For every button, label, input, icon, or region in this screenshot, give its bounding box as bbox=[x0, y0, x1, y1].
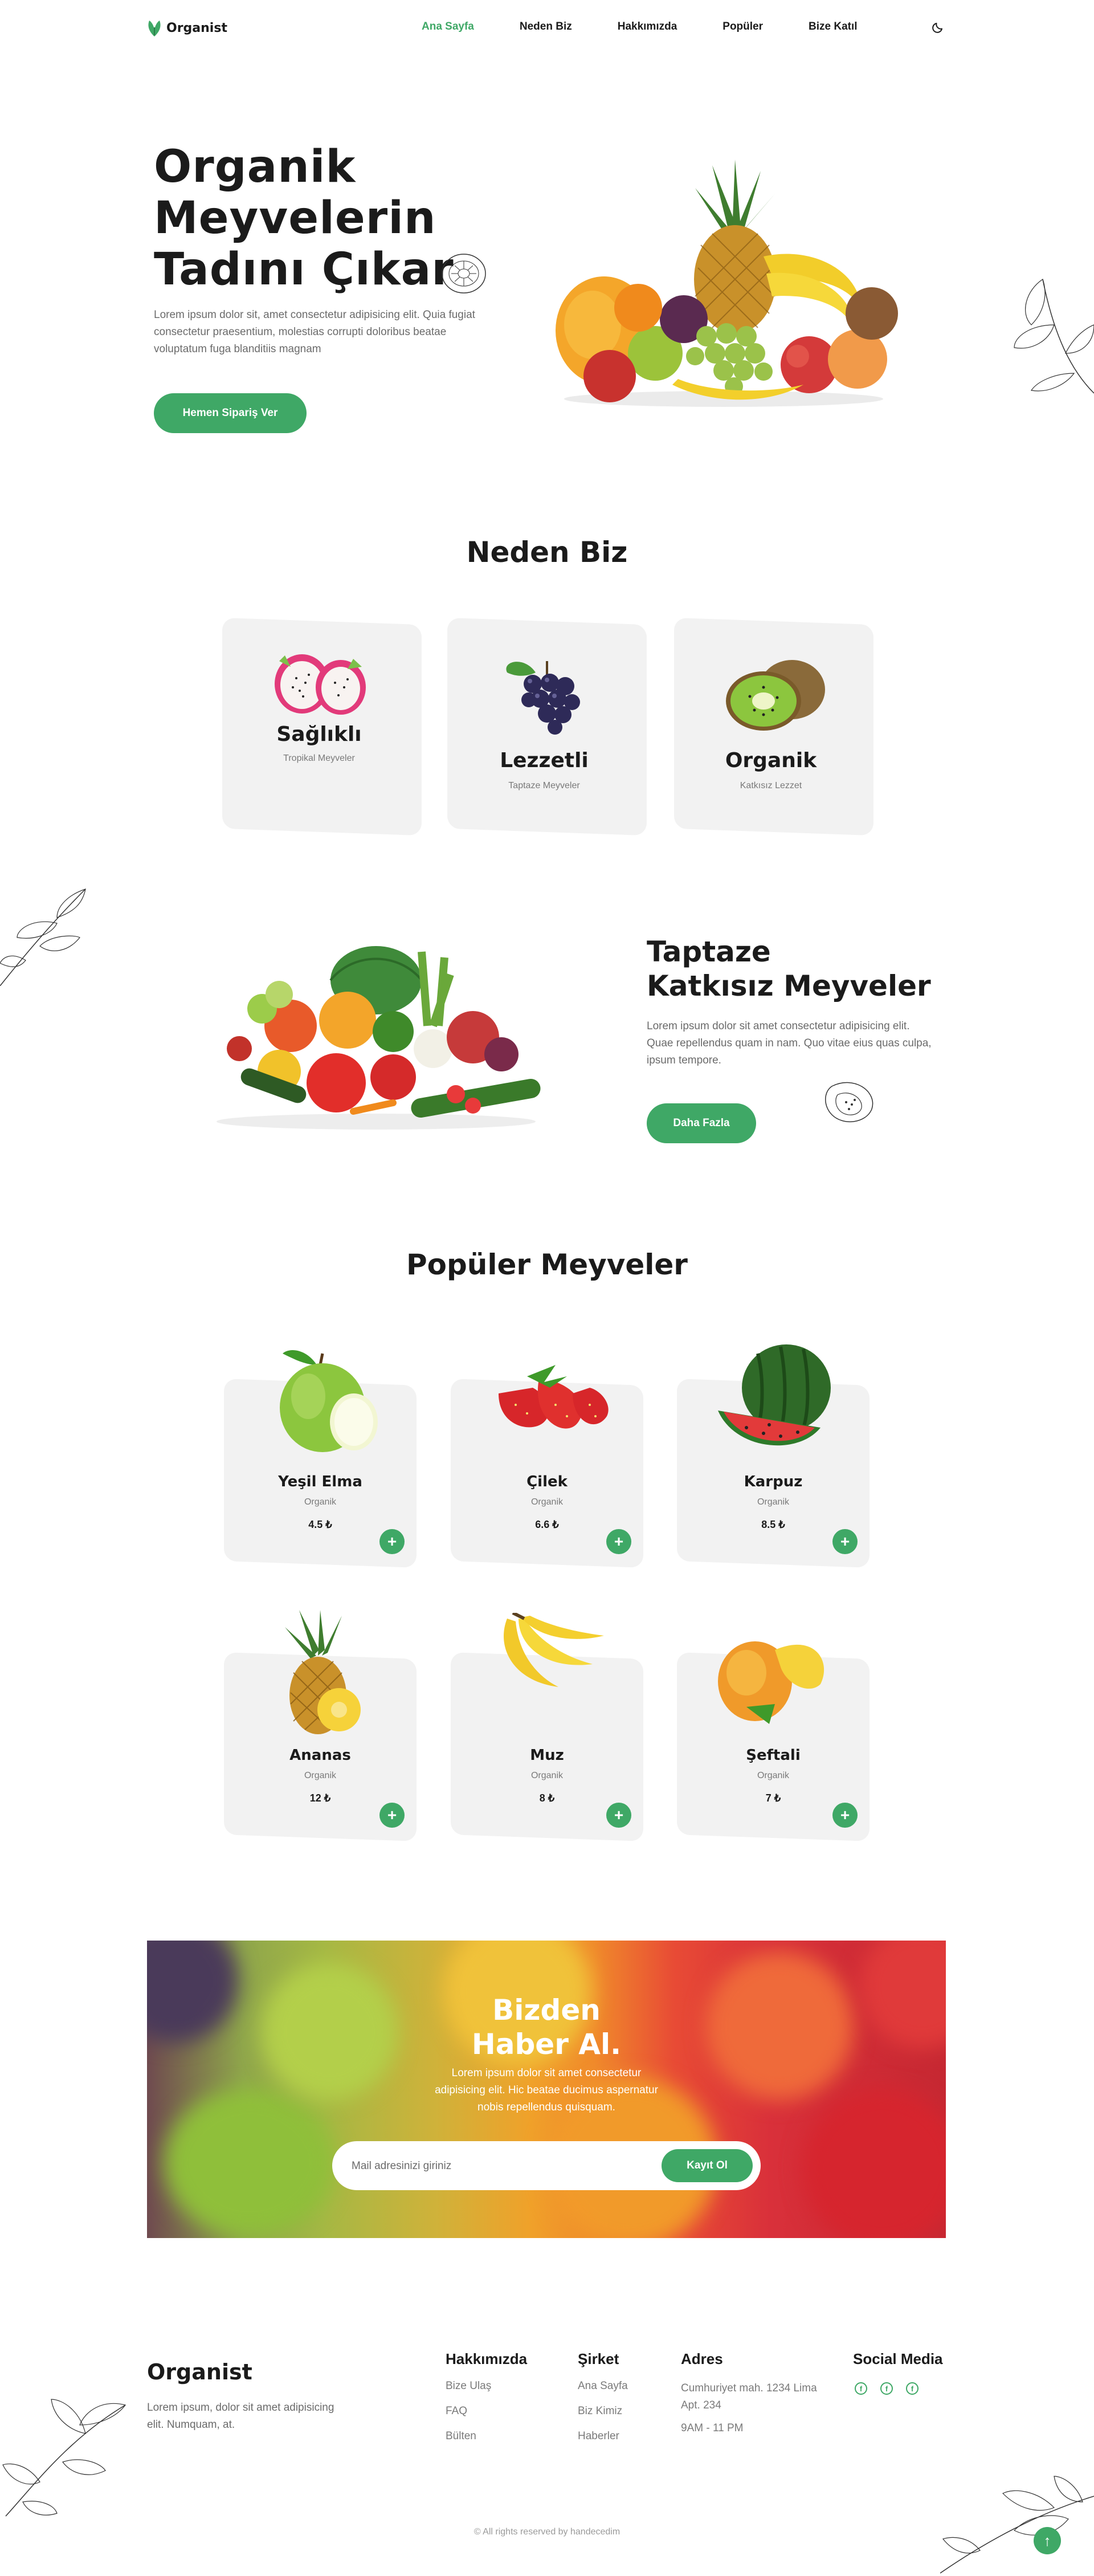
logo-text: Organist bbox=[166, 21, 227, 35]
footer-description: Lorem ipsum, dolor sit amet adipisicing … bbox=[147, 2402, 334, 2431]
fresh-title: Taptaze Katkısız Meyveler bbox=[647, 935, 966, 1003]
green-apple-image bbox=[280, 1350, 378, 1452]
subscribe-button[interactable]: Kayıt Ol bbox=[662, 2149, 753, 2182]
grapes-image bbox=[506, 661, 580, 735]
product-name: Şeftali bbox=[746, 1747, 801, 1764]
product-category: Organik bbox=[304, 1771, 337, 1780]
blur-blob bbox=[164, 2089, 335, 2237]
product-name: Ananas bbox=[289, 1747, 351, 1764]
papaya-sketch-icon bbox=[825, 1082, 873, 1123]
plus-icon[interactable]: + bbox=[379, 1803, 405, 1828]
banana-image bbox=[504, 1613, 604, 1687]
nav-popular[interactable]: Popüler bbox=[722, 21, 763, 33]
copyright: © All rights reserved by handecedim bbox=[473, 2527, 621, 2537]
newsletter-form: Kayıt Ol bbox=[332, 2141, 761, 2190]
product-category: Organik bbox=[757, 1771, 790, 1780]
why-card-title: Lezzetli bbox=[500, 749, 589, 772]
nav-join[interactable]: Bize Katıl bbox=[809, 21, 858, 33]
footer-link[interactable]: FAQ bbox=[446, 2405, 467, 2418]
dragonfruit-image bbox=[275, 654, 366, 715]
newsletter-description: Lorem ipsum dolor sit amet consectetur a… bbox=[435, 2067, 658, 2113]
footer-column-title: Şirket bbox=[578, 2350, 619, 2367]
product-category: Organik bbox=[530, 1771, 564, 1780]
order-now-button[interactable]: Hemen Sipariş Ver bbox=[154, 393, 307, 433]
product-price: 8 ₺ bbox=[539, 1792, 555, 1804]
plus-icon[interactable]: + bbox=[606, 1529, 631, 1554]
fresh-description: Lorem ipsum dolor sit amet consectetur a… bbox=[647, 1020, 932, 1066]
footer-brand: Organist bbox=[147, 2359, 252, 2385]
facebook-icon[interactable]: f bbox=[906, 2382, 919, 2395]
fruit-basket-image bbox=[556, 160, 898, 407]
hero-title-line: Meyvelerin bbox=[154, 193, 436, 244]
footer-column-title: Hakkımızda bbox=[446, 2350, 528, 2367]
newsletter-title-line: Bizden bbox=[492, 1994, 601, 2027]
more-button[interactable]: Daha Fazla bbox=[647, 1103, 756, 1143]
facebook-icon[interactable]: f bbox=[855, 2382, 867, 2395]
footer-column-title: Social Media bbox=[853, 2350, 943, 2367]
pineapple-image bbox=[285, 1610, 361, 1734]
nav-home[interactable]: Ana Sayfa bbox=[422, 21, 474, 33]
product-name: Çilek bbox=[526, 1473, 568, 1490]
scroll-top-icon[interactable]: ↑ bbox=[1034, 2527, 1061, 2554]
footer-link[interactable]: Bülten bbox=[446, 2430, 476, 2443]
why-section-title: Neden Biz bbox=[466, 536, 628, 569]
why-card-title: Organik bbox=[725, 749, 817, 772]
logo[interactable]: Organist bbox=[147, 19, 227, 36]
newsletter-title: Bizden Haber Al. bbox=[147, 1993, 946, 2061]
footer-link[interactable]: Haberler bbox=[578, 2430, 619, 2443]
nav-why-us[interactable]: Neden Biz bbox=[520, 21, 572, 33]
hero-description: Lorem ipsum dolor sit, amet consectetur … bbox=[154, 309, 475, 355]
product-price: 6.6 ₺ bbox=[535, 1519, 559, 1530]
branch-sketch-icon bbox=[940, 2476, 1094, 2574]
branch-sketch-icon bbox=[2, 2399, 126, 2517]
product-price: 12 ₺ bbox=[309, 1792, 331, 1804]
newsletter-title-line: Haber Al. bbox=[471, 2028, 622, 2061]
hero-title-line: Tadını Çıkar bbox=[154, 244, 454, 295]
peach-image bbox=[718, 1641, 824, 1724]
leaf-logo-icon bbox=[148, 21, 161, 36]
footer-hours: 9AM - 11 PM bbox=[681, 2422, 744, 2434]
email-input[interactable] bbox=[352, 2157, 636, 2175]
product-category: Organik bbox=[757, 1497, 790, 1507]
footer-address: Cumhuriyet mah. 1234 Lima Apt. 234 bbox=[681, 2382, 817, 2411]
blur-blob bbox=[802, 2089, 946, 2238]
why-card-title: Sağlıklı bbox=[276, 723, 362, 746]
product-price: 8.5 ₺ bbox=[761, 1519, 785, 1530]
footer-link[interactable]: Bize Ulaş bbox=[446, 2380, 491, 2392]
branch-sketch-icon bbox=[0, 888, 86, 986]
popular-section-title: Popüler Meyveler bbox=[406, 1248, 688, 1281]
kiwi-sketch-icon bbox=[442, 254, 486, 294]
why-card-subtitle: Taptaze Meyveler bbox=[508, 781, 580, 790]
watermelon-image bbox=[718, 1344, 831, 1446]
product-name: Karpuz bbox=[744, 1473, 803, 1490]
plus-icon[interactable]: + bbox=[606, 1803, 631, 1828]
footer-link[interactable]: Ana Sayfa bbox=[578, 2380, 628, 2392]
plus-icon[interactable]: + bbox=[832, 1529, 858, 1554]
product-category: Organik bbox=[530, 1497, 564, 1507]
product-name: Yeşil Elma bbox=[278, 1473, 362, 1490]
why-card-subtitle: Katkısız Lezzet bbox=[740, 781, 802, 790]
plus-icon[interactable]: + bbox=[832, 1803, 858, 1828]
product-name: Muz bbox=[530, 1747, 564, 1764]
facebook-icon[interactable]: f bbox=[880, 2382, 893, 2395]
branch-sketch-icon bbox=[1014, 279, 1094, 394]
moon-icon[interactable] bbox=[931, 21, 945, 37]
plus-icon[interactable]: + bbox=[379, 1529, 405, 1554]
newsletter-banner: Bizden Haber Al. Lorem ipsum dolor sit a… bbox=[147, 1941, 946, 2238]
fresh-title-line: Katkısız Meyveler bbox=[647, 969, 931, 1002]
strawberry-image bbox=[499, 1365, 609, 1429]
fresh-title-line: Taptaze bbox=[647, 935, 771, 968]
product-price: 7 ₺ bbox=[765, 1792, 781, 1804]
product-category: Organik bbox=[304, 1497, 337, 1507]
product-price: 4.5 ₺ bbox=[308, 1519, 332, 1530]
nav-about[interactable]: Hakkımızda bbox=[618, 21, 677, 33]
footer-column-title: Adres bbox=[681, 2350, 723, 2367]
header: Organist Ana Sayfa Neden Biz Hakkımızda … bbox=[0, 0, 1094, 57]
hero-title-line: Organik bbox=[154, 141, 356, 193]
kiwi-image bbox=[726, 660, 825, 731]
main-nav: Ana Sayfa Neden Biz Hakkımızda Popüler B… bbox=[422, 21, 858, 33]
vegetables-image bbox=[217, 946, 541, 1130]
why-card-subtitle: Tropikal Meyveler bbox=[283, 753, 355, 763]
footer-link[interactable]: Biz Kimiz bbox=[578, 2405, 622, 2418]
